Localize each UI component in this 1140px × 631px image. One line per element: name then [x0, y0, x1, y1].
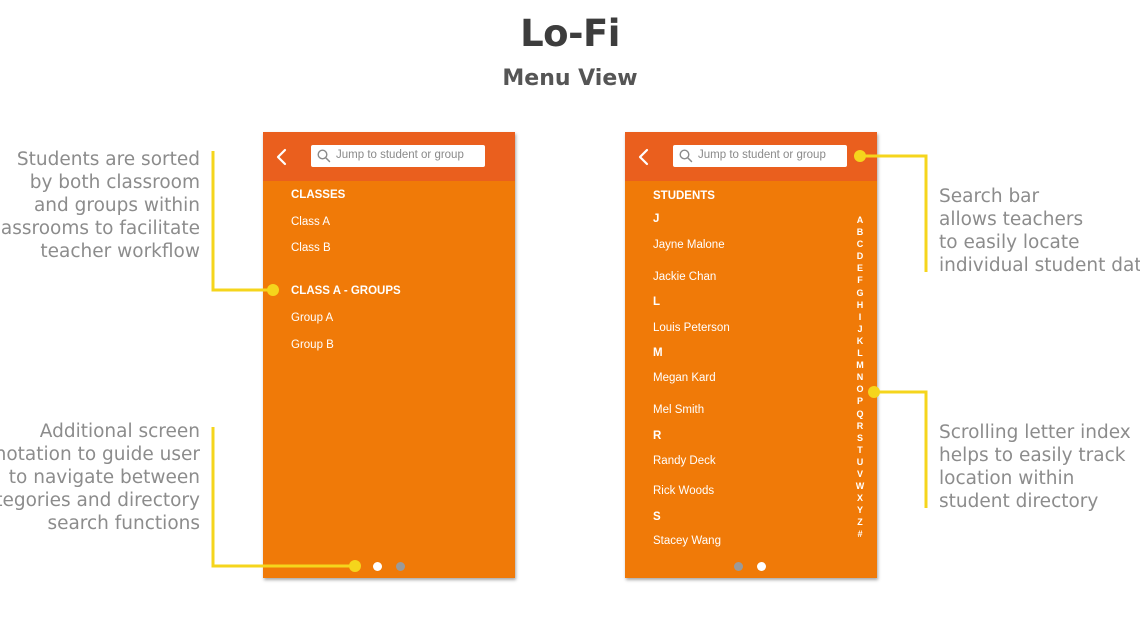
- callout-dot: [854, 150, 866, 162]
- callout-line-notation: [211, 427, 354, 568]
- callout-line-index: [874, 390, 928, 508]
- callout-line-sorted: [211, 151, 272, 292]
- callout-dot: [267, 284, 279, 296]
- callout-line-search: [861, 154, 928, 272]
- callout-dot: [868, 386, 880, 398]
- callout-dot: [349, 560, 361, 572]
- callout-lines: [211, 150, 928, 572]
